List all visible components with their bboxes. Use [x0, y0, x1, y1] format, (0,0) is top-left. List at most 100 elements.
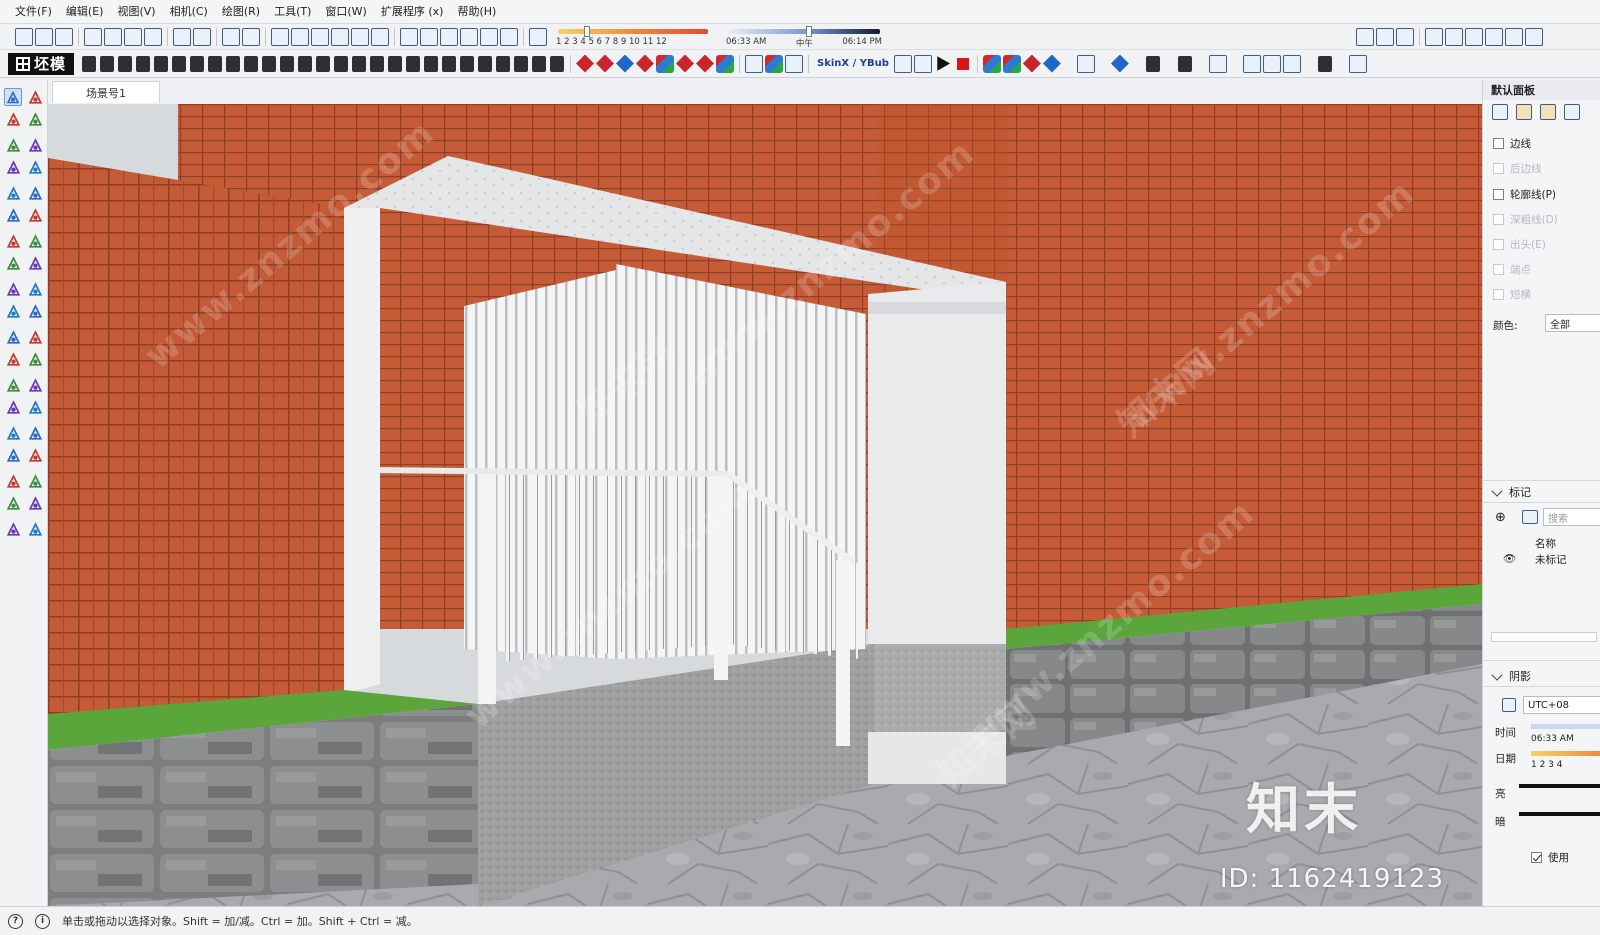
rotated-rect-tool-icon[interactable] [26, 184, 44, 202]
offset-tool-icon[interactable] [26, 302, 44, 320]
iso-view-icon[interactable] [271, 27, 289, 46]
slab-tool-icon[interactable] [280, 55, 294, 72]
style-bg-icon[interactable] [1540, 104, 1556, 120]
extension-checkbox[interactable]: 出头(E) [1493, 237, 1546, 252]
zoom-tool-icon[interactable] [26, 424, 44, 442]
depth-cue-checkbox[interactable]: 深粗线(D) [1493, 212, 1558, 227]
redo-icon[interactable] [193, 27, 211, 46]
section-cut-icon[interactable] [1465, 27, 1483, 46]
bend-tool-icon[interactable] [1076, 54, 1095, 73]
look-around-tool-icon[interactable] [26, 472, 44, 490]
paste-icon[interactable] [124, 27, 142, 46]
orbit-tool-icon[interactable] [26, 398, 44, 416]
top-view-icon[interactable] [291, 27, 309, 46]
path-tool-icon[interactable] [154, 55, 168, 72]
walk-icon[interactable] [1356, 27, 1374, 46]
align-multi-icon[interactable] [716, 54, 734, 73]
outliner-icon[interactable] [1525, 27, 1543, 46]
undo-icon[interactable] [173, 27, 191, 46]
add-tag-icon[interactable]: ⊕ [1495, 510, 1506, 525]
eraser-tool-icon[interactable] [26, 110, 44, 128]
save-icon[interactable] [55, 27, 73, 46]
layer-red-icon[interactable] [1022, 54, 1041, 73]
front-view-icon[interactable] [311, 27, 329, 46]
brush-tool-icon[interactable] [550, 55, 564, 72]
use-sun-checkbox[interactable]: 使用 [1531, 850, 1569, 865]
component-options-icon[interactable] [1505, 27, 1523, 46]
date-slider[interactable] [1531, 751, 1600, 756]
select-tool-icon[interactable] [4, 88, 22, 106]
line-tool-icon[interactable] [118, 55, 132, 72]
polygon-tool-icon[interactable] [26, 206, 44, 224]
section-plane-icon[interactable] [1425, 27, 1443, 46]
window-tool-icon[interactable] [100, 55, 114, 72]
menu-view[interactable]: 视图(V) [110, 0, 162, 24]
flip-tool-icon[interactable] [370, 55, 384, 72]
menu-tools[interactable]: 工具(T) [267, 0, 318, 24]
wave-tool-icon[interactable] [406, 55, 420, 72]
plugin-logo[interactable]: 坯模 [8, 52, 74, 75]
push-red-icon[interactable] [596, 54, 614, 73]
column-tool-icon[interactable] [478, 55, 492, 72]
material-icon[interactable] [745, 54, 763, 73]
menu-file[interactable]: 文件(F) [8, 0, 59, 24]
style-edge-icon[interactable] [1492, 104, 1508, 120]
hidden-line-icon[interactable] [440, 27, 458, 46]
axis-green-icon[interactable] [656, 54, 674, 73]
add-folder-icon[interactable] [1522, 510, 1538, 524]
shaded-textures-icon[interactable] [480, 27, 498, 46]
layer-stack-icon[interactable] [982, 54, 1001, 73]
paint-tool-icon[interactable] [26, 88, 44, 106]
move-tool-icon[interactable] [4, 280, 22, 298]
stop-icon[interactable] [954, 55, 971, 72]
color-select[interactable]: 全部 [1545, 314, 1600, 332]
layers-icon[interactable] [1376, 27, 1394, 46]
menu-edit[interactable]: 编辑(E) [59, 0, 111, 24]
jitter-checkbox[interactable]: 短横 [1493, 287, 1531, 302]
walk-tool-icon[interactable] [4, 472, 22, 490]
layer-stack-2-icon[interactable] [1002, 54, 1021, 73]
menu-draw[interactable]: 绘图(R) [215, 0, 267, 24]
stamp-tool-icon[interactable] [26, 520, 44, 538]
dome-tool-icon[interactable] [388, 55, 402, 72]
tray-tool-icon[interactable] [334, 55, 348, 72]
shadows-section-header[interactable]: 阴影 [1491, 668, 1531, 684]
axes-tool-icon[interactable] [4, 376, 22, 394]
skinx-project-icon[interactable] [913, 54, 932, 73]
book-icon[interactable] [1317, 55, 1332, 72]
scale-tool-icon[interactable] [4, 302, 22, 320]
time-slider[interactable] [1531, 724, 1600, 729]
tape-measure-tool-icon[interactable] [4, 328, 22, 346]
wave-gold-icon[interactable] [1242, 54, 1261, 73]
push-pull-tool-icon[interactable] [4, 254, 22, 272]
style-face-icon[interactable] [1516, 104, 1532, 120]
dimension-tool-icon[interactable] [26, 328, 44, 346]
follow-me-tool-icon[interactable] [26, 254, 44, 272]
rotate-red-icon[interactable] [636, 54, 654, 73]
flip-red-icon[interactable] [696, 54, 714, 73]
right-view-icon[interactable] [331, 27, 349, 46]
copy-icon[interactable] [104, 27, 122, 46]
tags-search-input[interactable]: 搜索 [1543, 508, 1600, 526]
layer-blue-icon[interactable] [1042, 54, 1061, 73]
gold-box-icon[interactable] [1348, 54, 1367, 73]
print-icon[interactable] [222, 27, 240, 46]
wave-gold-2-icon[interactable] [1262, 54, 1281, 73]
sandbox-icon[interactable] [1396, 27, 1414, 46]
leaf-tool-icon[interactable] [785, 54, 803, 73]
zoom-window-tool-icon[interactable] [4, 446, 22, 464]
eye-icon[interactable]: 👁 [1503, 552, 1516, 565]
dark-slider[interactable] [1519, 812, 1600, 816]
skinx-wrap-icon[interactable] [893, 54, 912, 73]
dots-tool-icon[interactable] [514, 55, 528, 72]
road-line-icon[interactable] [1145, 55, 1160, 72]
shadow-time-slider[interactable]: 06:33 AM 中午 06:14 PM [724, 25, 884, 49]
monochrome-icon[interactable] [500, 27, 518, 46]
section-tool-icon[interactable] [4, 398, 22, 416]
shadow-month-slider[interactable]: 1 2 3 4 5 6 7 8 9 10 11 12 [554, 25, 712, 49]
model-info-icon[interactable] [242, 27, 260, 46]
timezone-select[interactable]: UTC+08 [1523, 696, 1600, 714]
menu-help[interactable]: 帮助(H) [450, 0, 503, 24]
sweep-tool-icon[interactable] [442, 55, 456, 72]
shaded-icon[interactable] [460, 27, 478, 46]
